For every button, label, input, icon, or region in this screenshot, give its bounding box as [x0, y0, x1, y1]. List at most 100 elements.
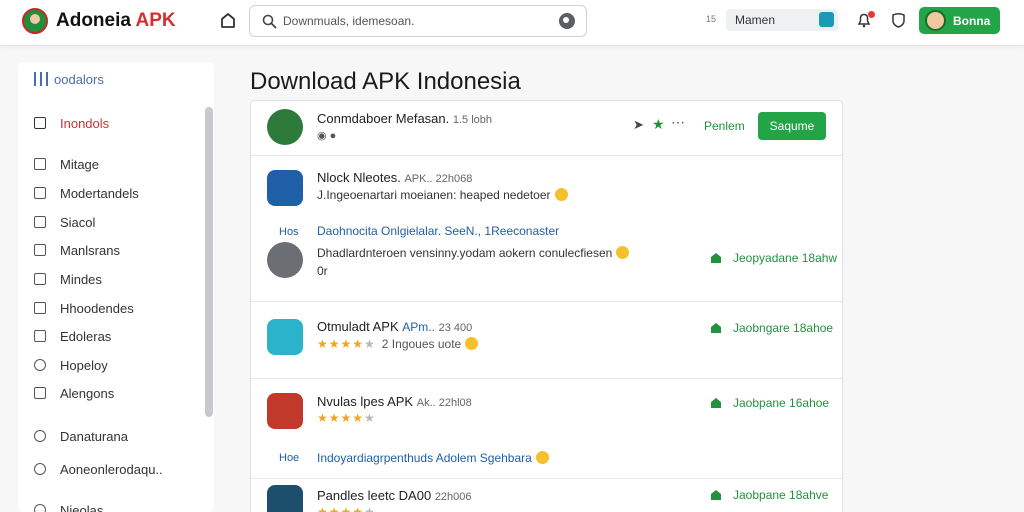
sidebar-item-edoleras[interactable]: Edoleras	[34, 329, 111, 344]
action-link[interactable]: Penlem	[704, 119, 745, 133]
download-link[interactable]: Jaobpane 16ahoe	[711, 396, 829, 410]
sidebar-header[interactable]: oodalors	[34, 72, 104, 87]
commenter-avatar[interactable]	[267, 242, 303, 278]
emoji-icon	[616, 246, 630, 259]
checkbox-icon	[34, 244, 46, 256]
app-title-line: Otmuladt APK APm.. 23 400	[317, 319, 472, 334]
download-link[interactable]: Jaobpane 18ahve	[711, 488, 828, 502]
post-title-line: Nlock Nleotes. APK.. 22h068	[317, 170, 472, 185]
sidebar-item-label: Nieolas	[60, 503, 104, 512]
sidebar-item-hopeloy[interactable]: Hopeloy	[34, 358, 108, 373]
sidebar-item-siacol[interactable]: Siacol	[34, 215, 95, 230]
post-text-content: J.Ingeoenartari moeianen: heaped nedetoe…	[317, 188, 551, 202]
emoji-icon	[535, 451, 549, 464]
post-badge: Hos	[279, 226, 299, 238]
search-bar	[249, 5, 587, 37]
star-icon[interactable]: ★	[652, 116, 665, 133]
top-bar: Adoneia APK 15 Mamen Bonna	[0, 0, 1024, 46]
sidebar-item-label: Manlsrans	[60, 243, 120, 258]
star-icon: ★★★★	[317, 411, 365, 425]
app-icon[interactable]	[267, 170, 303, 206]
user-avatar	[925, 10, 946, 31]
author-avatar[interactable]	[267, 109, 303, 145]
comment-line-2: 0r	[317, 264, 328, 278]
download-link[interactable]: Jeopyadane 18ahw	[711, 251, 837, 265]
checkbox-icon	[34, 158, 46, 170]
download-icon	[711, 323, 721, 333]
user-account-button[interactable]: Bonna	[919, 7, 1000, 34]
share-icon[interactable]: ➤	[633, 117, 644, 133]
sidebar-item-label: Mindes	[60, 272, 102, 287]
sidebar-item-mindes[interactable]: Mindes	[34, 272, 102, 287]
app-icon[interactable]	[267, 393, 303, 429]
edit-icon[interactable]	[819, 12, 834, 27]
sidebar-item-label: Hopeloy	[60, 358, 108, 373]
sidebar-item-mitage[interactable]: Mitage	[34, 157, 99, 172]
sidebar-item-nieolas[interactable]: Nieolas	[34, 503, 103, 512]
comment-content: Dhadlardnteroen vensinny.yodam aokern co…	[317, 246, 613, 260]
folder-icon	[34, 117, 46, 129]
name-field[interactable]: Mamen	[726, 9, 838, 31]
info-icon	[34, 430, 46, 442]
post-link[interactable]: Daohnocita Onlgielalar. SeeN., 1Reeconas…	[317, 224, 559, 238]
sidebar-item-modertandels[interactable]: Modertandels	[34, 186, 139, 201]
brand-logo[interactable]: Adoneia APK	[56, 10, 176, 32]
notification-dot	[868, 11, 875, 18]
sidebar-item-label: Aoneonlerodaqu..	[60, 462, 163, 477]
shield-icon[interactable]	[891, 12, 906, 28]
app-row: Nvulas lpes APK Ak.. 22hl08 ★★★★★ Jaobpa…	[251, 379, 842, 479]
sidebar-item-label: Inondols	[60, 116, 110, 131]
sidebar-item-aoneonlerodaqu[interactable]: Aoneonlerodaqu..	[34, 462, 163, 477]
app-icon[interactable]	[267, 319, 303, 355]
star-icon: ★★★★	[317, 505, 365, 512]
page-title: Download APK Indonesia	[250, 68, 521, 95]
post-meta: APK.. 22h068	[404, 173, 473, 185]
app-title[interactable]: Otmuladt APK	[317, 319, 399, 334]
home-icon[interactable]	[219, 11, 237, 29]
app-title-link[interactable]: APm..	[402, 320, 435, 334]
app-badge: Hoe	[279, 452, 300, 464]
search-submit-icon[interactable]	[559, 13, 575, 29]
sidebar-item-hhoodendes[interactable]: Hhoodendes	[34, 301, 134, 316]
download-link[interactable]: Jaobngare 18ahoe	[711, 321, 833, 335]
post-row: Nlock Nleotes. APK.. 22h068 J.Ingeoenart…	[251, 156, 842, 302]
app-row: Pandles leetc DA00 22h006 ★★★★★ Jaobpane…	[251, 479, 842, 512]
globe-icon[interactable]: ●	[330, 130, 337, 142]
star-empty-icon: ★	[364, 337, 376, 351]
emoji-icon	[554, 188, 568, 201]
logo-avatar[interactable]	[22, 8, 48, 34]
app-meta: 22h006	[434, 491, 472, 503]
sidebar-item-inondols[interactable]: Inondols	[34, 116, 109, 131]
download-label: Jaobngare 18ahoe	[733, 321, 834, 335]
sidebar-item-alengons[interactable]: Alengons	[34, 386, 114, 401]
app-title[interactable]: Nvulas lpes APK	[317, 394, 413, 409]
app-link[interactable]: Indoyardiagrpenthuds Adolem Sgehbara	[317, 451, 549, 465]
x-square-icon	[34, 330, 46, 342]
post-text: J.Ingeoenartari moeianen: heaped nedetoe…	[317, 188, 568, 202]
camera-icon[interactable]: ◉	[317, 130, 327, 142]
post-title[interactable]: Nlock Nleotes.	[317, 170, 401, 185]
download-label: Jaobpane 18ahve	[733, 488, 829, 502]
comment-text: Dhadlardnteroen vensinny.yodam aokern co…	[317, 246, 630, 260]
name-field-value: Mamen	[735, 13, 776, 27]
author-name[interactable]: Conmdaboer Mefasan.	[317, 111, 449, 126]
app-icon[interactable]	[267, 485, 303, 512]
app-row: Otmuladt APK APm.. 23 400 ★★★★★ 2 Ingoues…	[251, 302, 842, 379]
rating-stars: ★★★★★ 2 Ingoues uote	[317, 337, 479, 351]
app-title[interactable]: Pandles leetc DA00	[317, 488, 431, 503]
sidebar-item-label: Edoleras	[60, 329, 112, 344]
primary-action-button[interactable]: Saqume	[758, 112, 826, 140]
more-icon[interactable]: ⋯	[671, 114, 685, 131]
search-input[interactable]	[283, 6, 543, 36]
app-meta: Ak.. 22hl08	[416, 397, 472, 409]
user-label: Bonna	[953, 14, 991, 28]
brand-accent: APK	[135, 10, 176, 31]
feed-card: Conmdaboer Mefasan. 1.5 lobh ◉ ● ➤ ★ ⋯ P…	[250, 100, 843, 512]
square-icon	[34, 302, 46, 314]
sidebar-scrollbar[interactable]	[205, 107, 213, 417]
sidebar-item-label: Danaturana	[60, 429, 128, 444]
sidebar-item-danaturana[interactable]: Danaturana	[34, 429, 128, 444]
sidebar-item-label: Siacol	[60, 215, 96, 230]
sidebar-item-manlsrans[interactable]: Manlsrans	[34, 243, 120, 258]
circle-icon	[34, 504, 46, 512]
